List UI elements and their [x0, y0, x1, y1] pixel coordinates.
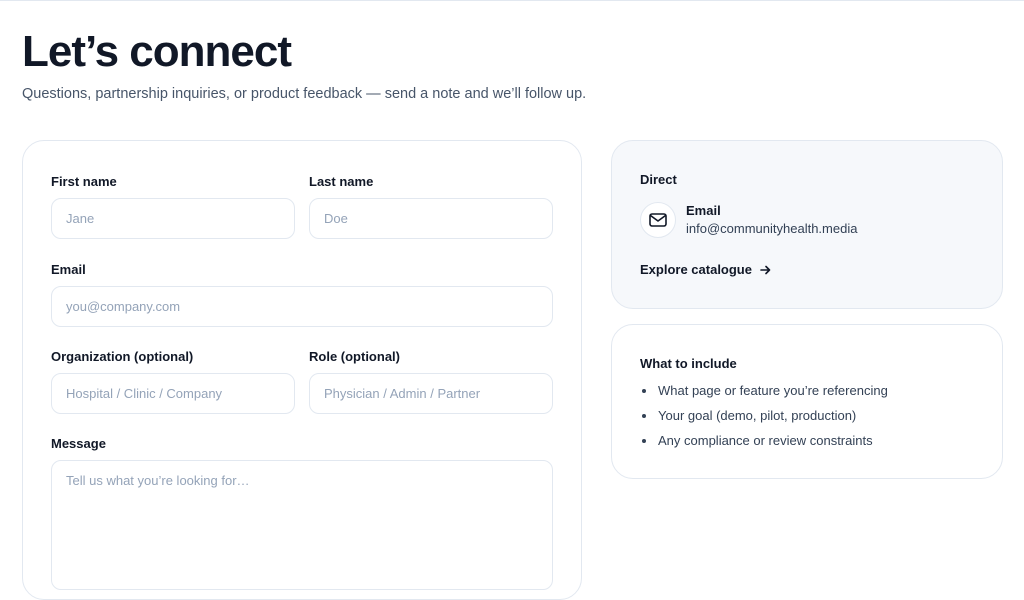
message-label: Message [51, 436, 106, 451]
arrow-right-icon [760, 265, 771, 274]
page-title: Let’s connect [22, 27, 292, 76]
organization-input[interactable] [51, 373, 295, 414]
email-contact-label: Email [686, 203, 721, 218]
message-textarea[interactable] [51, 460, 553, 590]
list-item: What page or feature you’re referencing [642, 383, 888, 399]
bullet-icon [642, 439, 646, 443]
first-name-input[interactable] [51, 198, 295, 239]
last-name-input[interactable] [309, 198, 553, 239]
direct-heading: Direct [640, 172, 677, 187]
role-label: Role (optional) [309, 349, 400, 364]
mail-icon [640, 202, 676, 238]
what-to-include-card: What to include What page or feature you… [611, 324, 1003, 479]
role-input[interactable] [309, 373, 553, 414]
last-name-label: Last name [309, 174, 374, 189]
explore-catalogue-label: Explore catalogue [640, 262, 752, 277]
include-list: What page or feature you’re referencing … [642, 383, 888, 458]
explore-catalogue-link[interactable]: Explore catalogue [640, 262, 771, 277]
organization-label: Organization (optional) [51, 349, 194, 364]
list-item: Your goal (demo, pilot, production) [642, 408, 888, 424]
email-input[interactable] [51, 286, 553, 327]
top-divider [0, 0, 1024, 1]
email-label: Email [51, 262, 86, 277]
first-name-label: First name [51, 174, 117, 189]
email-contact-value[interactable]: info@communityhealth.media [686, 221, 857, 236]
contact-form: First name Last name Email Organization … [22, 140, 582, 600]
bullet-icon [642, 414, 646, 418]
page-subtitle: Questions, partnership inquiries, or pro… [22, 86, 587, 102]
list-item: Any compliance or review constraints [642, 433, 888, 449]
include-heading: What to include [640, 356, 737, 371]
bullet-icon [642, 389, 646, 393]
direct-contact-card: Direct Email info@communityhealth.media … [611, 140, 1003, 309]
